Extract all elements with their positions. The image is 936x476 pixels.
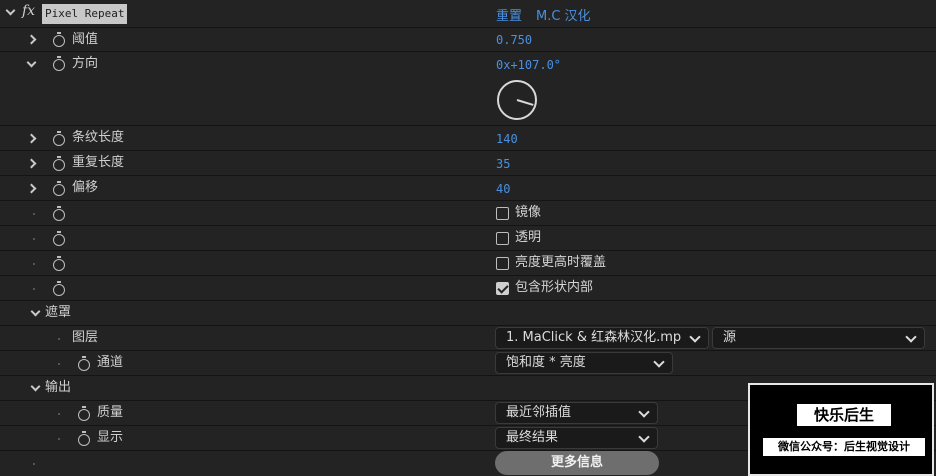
- display-dropdown[interactable]: 最终结果: [495, 427, 658, 449]
- dropdown-value: 最近邻插值: [506, 405, 572, 420]
- indent-dot: [58, 413, 60, 415]
- param-label: 通道: [97, 355, 124, 370]
- param-label: 条纹长度: [72, 130, 125, 145]
- indent-dot: [33, 213, 35, 215]
- indent-dot: [58, 438, 60, 440]
- stopwatch-icon[interactable]: [53, 131, 65, 146]
- group-label: 遮罩: [45, 305, 72, 320]
- collapse-chevron-icon[interactable]: [30, 306, 41, 317]
- watermark-subtitle: 微信公众号：后生视觉设计: [763, 438, 925, 456]
- watermark-title: 快乐后生: [797, 404, 891, 426]
- param-label: 图层: [72, 330, 99, 345]
- effect-header-row: fx Pixel Repeat 重置 M.C 汉化: [0, 0, 936, 28]
- include-inside-checkbox[interactable]: [496, 282, 509, 295]
- angle-dial-icon[interactable]: [495, 78, 539, 122]
- chevron-down-icon: [905, 331, 917, 343]
- param-row-threshold: 阈值 0.750: [0, 28, 936, 52]
- checkbox-label: 亮度更高时覆盖: [515, 255, 607, 270]
- stopwatch-icon[interactable]: [53, 181, 65, 196]
- layer-dropdown[interactable]: 1. MaClick & 红森林汉化.mp: [495, 327, 709, 349]
- param-label: 重复长度: [72, 155, 125, 170]
- stopwatch-icon[interactable]: [53, 56, 65, 71]
- param-row-repeat-length: 重复长度 35: [0, 151, 936, 176]
- stopwatch-icon[interactable]: [78, 356, 90, 371]
- stopwatch-icon[interactable]: [53, 206, 65, 221]
- stopwatch-icon[interactable]: [53, 156, 65, 171]
- indent-dot: [58, 338, 60, 340]
- offset-value[interactable]: 40: [496, 177, 510, 201]
- collapse-effect-chevron-icon[interactable]: [5, 5, 16, 16]
- quality-dropdown[interactable]: 最近邻插值: [495, 402, 658, 424]
- chevron-down-icon: [653, 356, 665, 368]
- param-row-offset: 偏移 40: [0, 176, 936, 201]
- dropdown-value: 1. MaClick & 红森林汉化.mp: [506, 330, 682, 345]
- repeat-length-value[interactable]: 35: [496, 152, 510, 176]
- collapse-chevron-icon[interactable]: [26, 57, 37, 68]
- param-label: 显示: [97, 430, 124, 445]
- dropdown-value: 饱和度 * 亮度: [506, 355, 586, 370]
- group-label: 输出: [45, 380, 72, 395]
- overlay-brighter-checkbox[interactable]: [496, 257, 509, 270]
- indent-dot: [58, 363, 60, 365]
- indent-dot: [33, 463, 35, 465]
- param-row-stripe-length: 条纹长度 140: [0, 126, 936, 151]
- direction-value[interactable]: 0x+107.0°: [496, 53, 561, 77]
- stopwatch-icon[interactable]: [53, 256, 65, 271]
- param-row-layer: 图层 1. MaClick & 红森林汉化.mp 源: [0, 326, 936, 351]
- param-row-transparent: 透明: [0, 226, 936, 251]
- dropdown-value: 源: [723, 330, 737, 345]
- group-row-mask: 遮罩: [0, 301, 936, 326]
- chevron-down-icon: [638, 431, 650, 443]
- expand-chevron-icon[interactable]: [26, 158, 37, 169]
- param-row-channel: 通道 饱和度 * 亮度: [0, 351, 936, 376]
- mirror-checkbox[interactable]: [496, 207, 509, 220]
- param-row-mirror: 镜像: [0, 201, 936, 226]
- checkbox-label: 镜像: [515, 205, 542, 220]
- chevron-down-icon: [638, 406, 650, 418]
- fx-icon[interactable]: fx: [22, 3, 35, 19]
- expand-chevron-icon[interactable]: [26, 183, 37, 194]
- expand-chevron-icon[interactable]: [26, 133, 37, 144]
- chevron-down-icon: [689, 331, 701, 343]
- param-label: 质量: [97, 405, 124, 420]
- stopwatch-icon[interactable]: [53, 231, 65, 246]
- stopwatch-icon[interactable]: [78, 431, 90, 446]
- transparent-checkbox[interactable]: [496, 232, 509, 245]
- checkbox-label: 包含形状内部: [515, 280, 594, 295]
- expand-chevron-icon[interactable]: [26, 34, 37, 45]
- param-row-include-inside: 包含形状内部: [0, 276, 936, 301]
- stripe-length-value[interactable]: 140: [496, 127, 518, 151]
- threshold-value[interactable]: 0.750: [496, 28, 532, 52]
- stopwatch-icon[interactable]: [53, 281, 65, 296]
- stopwatch-icon[interactable]: [78, 406, 90, 421]
- stopwatch-icon[interactable]: [53, 32, 65, 47]
- indent-dot: [33, 238, 35, 240]
- effect-name[interactable]: Pixel Repeat: [42, 4, 128, 24]
- indent-dot: [33, 288, 35, 290]
- credit-link[interactable]: M.C 汉化: [536, 5, 591, 24]
- watermark-box: 快乐后生 微信公众号：后生视觉设计: [748, 383, 934, 476]
- channel-dropdown[interactable]: 饱和度 * 亮度: [495, 352, 673, 374]
- indent-dot: [33, 263, 35, 265]
- collapse-chevron-icon[interactable]: [30, 381, 41, 392]
- reset-link[interactable]: 重置: [496, 5, 522, 24]
- dropdown-value: 最终结果: [506, 430, 559, 445]
- param-row-direction: 方向 0x+107.0°: [0, 52, 936, 126]
- more-info-button[interactable]: 更多信息: [495, 451, 659, 475]
- param-row-overlay-brighter: 亮度更高时覆盖: [0, 251, 936, 276]
- param-label: 偏移: [72, 180, 99, 195]
- checkbox-label: 透明: [515, 230, 542, 245]
- param-label: 阈值: [72, 32, 99, 47]
- source-dropdown[interactable]: 源: [712, 327, 925, 349]
- param-label: 方向: [72, 56, 99, 71]
